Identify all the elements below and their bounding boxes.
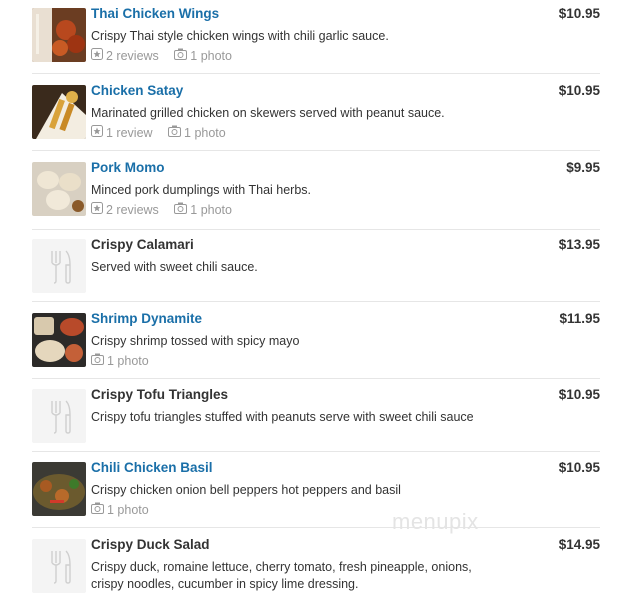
item-name-link[interactable]: Pork Momo — [91, 160, 165, 175]
dish-photo-placeholder — [32, 539, 86, 593]
menu-item: Crispy Calamari $13.95 Served with sweet… — [32, 237, 600, 302]
dish-photo-image — [32, 162, 86, 216]
dish-photo-placeholder — [32, 389, 86, 443]
dish-photo-placeholder — [32, 239, 86, 293]
star-review-icon — [91, 48, 103, 63]
dish-photo-image — [32, 462, 86, 516]
reviews-link[interactable]: 1 review — [91, 125, 153, 140]
camera-icon — [168, 125, 182, 140]
menu-item: Thai Chicken Wings $10.95 Crispy Thai st… — [32, 6, 600, 74]
item-name: Crispy Calamari — [91, 237, 194, 252]
menu-item: Shrimp Dynamite $11.95 Crispy shrimp tos… — [32, 311, 600, 379]
camera-icon — [91, 502, 104, 517]
item-description: Crispy Thai style chicken wings with chi… — [91, 29, 389, 43]
menu-item: Crispy Tofu Triangles $10.95 Crispy tofu… — [32, 387, 600, 452]
item-price: $13.95 — [558, 237, 600, 252]
menupix-watermark: menupix — [392, 509, 479, 534]
dish-photo[interactable] — [32, 313, 86, 367]
menu-item: Pork Momo $9.95 Minced pork dumplings wi… — [32, 160, 600, 230]
item-meta: 2 reviews 1 photo — [91, 202, 244, 217]
item-meta: 1 review 1 photo — [91, 125, 238, 140]
reviews-link[interactable]: 2 reviews — [91, 202, 159, 217]
item-name-link[interactable]: Thai Chicken Wings — [91, 6, 219, 21]
camera-icon — [174, 202, 188, 217]
photos-link[interactable]: 1 photo — [91, 502, 149, 517]
item-price: $14.95 — [558, 537, 600, 552]
dish-photo[interactable] — [32, 8, 86, 62]
dish-photo-image — [32, 85, 86, 139]
item-name-link[interactable]: Chicken Satay — [91, 83, 183, 98]
photos-link[interactable]: 1 photo — [174, 48, 232, 63]
item-description: Crispy duck, romaine lettuce, cherry tom… — [91, 560, 472, 591]
photos-link[interactable]: 1 photo — [168, 125, 226, 140]
star-review-icon — [91, 202, 103, 217]
fork-knife-icon — [51, 400, 71, 434]
dish-photo[interactable] — [32, 462, 86, 516]
item-description: Served with sweet chili sauce. — [91, 260, 258, 274]
item-price: $10.95 — [558, 83, 600, 98]
item-name-link[interactable]: Chili Chicken Basil — [91, 460, 213, 475]
dish-photo[interactable] — [32, 162, 86, 216]
item-name: Crispy Tofu Triangles — [91, 387, 229, 402]
menu-item: Crispy Duck Salad $14.95 Crispy duck, ro… — [32, 537, 600, 601]
item-price: $10.95 — [558, 6, 600, 21]
dish-photo-image — [32, 313, 86, 367]
item-price: $10.95 — [558, 460, 600, 475]
menu-item: Chicken Satay $10.95 Marinated grilled c… — [32, 83, 600, 151]
item-description: Crispy shrimp tossed with spicy mayo — [91, 334, 300, 348]
item-price: $9.95 — [566, 160, 600, 175]
item-meta: 1 photo — [91, 353, 161, 368]
item-name: Crispy Duck Salad — [91, 537, 210, 552]
dish-photo[interactable] — [32, 85, 86, 139]
camera-icon — [174, 48, 188, 63]
item-meta: 1 photo — [91, 502, 161, 517]
item-name-link[interactable]: Shrimp Dynamite — [91, 311, 202, 326]
item-description: Crispy tofu triangles stuffed with peanu… — [91, 410, 474, 424]
photos-link[interactable]: 1 photo — [174, 202, 232, 217]
item-description: Crispy chicken onion bell peppers hot pe… — [91, 483, 401, 497]
reviews-link[interactable]: 2 reviews — [91, 48, 159, 63]
star-review-icon — [91, 125, 103, 140]
photos-link[interactable]: 1 photo — [91, 353, 149, 368]
fork-knife-icon — [51, 250, 71, 284]
item-price: $10.95 — [558, 387, 600, 402]
camera-icon — [91, 353, 104, 368]
dish-photo-image — [32, 8, 86, 62]
menu-item: Chili Chicken Basil $10.95 Crispy chicke… — [32, 460, 600, 528]
item-description: Minced pork dumplings with Thai herbs. — [91, 183, 312, 197]
item-price: $11.95 — [559, 311, 600, 326]
item-description: Marinated grilled chicken on skewers ser… — [91, 106, 445, 120]
fork-knife-icon — [51, 550, 71, 584]
item-meta: 2 reviews 1 photo — [91, 48, 244, 63]
